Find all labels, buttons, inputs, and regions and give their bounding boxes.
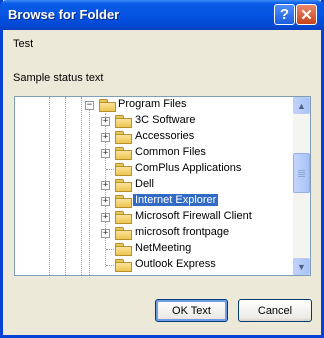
close-icon: ✕ bbox=[300, 6, 313, 24]
tree-item-label: Outlook Express bbox=[135, 258, 216, 270]
browse-for-folder-dialog: Browse for Folder ? ✕ Test Sample status… bbox=[0, 0, 324, 338]
folder-icon bbox=[115, 227, 132, 240]
help-icon: ? bbox=[279, 6, 290, 23]
thumb-grip bbox=[298, 176, 305, 177]
tree-item[interactable]: Outlook Express bbox=[15, 257, 293, 273]
tree-item[interactable]: ComPlus Applications bbox=[15, 161, 293, 177]
close-button[interactable]: ✕ bbox=[296, 4, 317, 25]
tree-item[interactable]: + Dell bbox=[15, 177, 293, 193]
tree-item-label: Internet Explorer bbox=[131, 193, 220, 207]
tree-item-label: ComPlus Applications bbox=[135, 162, 242, 174]
thumb-grip bbox=[298, 174, 305, 175]
up-arrow-icon[interactable]: ▲ bbox=[293, 97, 310, 114]
tree-item-label: Dell bbox=[135, 178, 154, 190]
open-folder-icon bbox=[99, 99, 116, 112]
folder-icon bbox=[115, 131, 132, 144]
folder-tree[interactable]: − Program Files + 3C Software + Accessor… bbox=[14, 96, 311, 276]
tree-item-label: Common Files bbox=[135, 146, 206, 158]
folder-icon bbox=[115, 259, 132, 272]
tree-item-label: 3C Software bbox=[135, 114, 196, 126]
tree-item-label: microsoft frontpage bbox=[135, 226, 230, 238]
scrollbar-thumb[interactable] bbox=[293, 153, 310, 193]
thumb-grip bbox=[298, 172, 305, 173]
minus-icon[interactable]: − bbox=[85, 101, 94, 110]
tree-item-label: Program Files bbox=[118, 98, 187, 110]
description-text: Test bbox=[13, 38, 34, 50]
folder-icon bbox=[115, 179, 132, 192]
tree-guide-line bbox=[106, 249, 114, 250]
plus-icon[interactable]: + bbox=[101, 149, 110, 158]
status-text: Sample status text bbox=[13, 72, 104, 84]
folder-icon bbox=[115, 243, 132, 256]
tree-item[interactable]: + Microsoft Firewall Client bbox=[15, 209, 293, 225]
tree-item[interactable]: NetMeeting bbox=[15, 241, 293, 257]
tree-guide-line bbox=[106, 265, 114, 266]
plus-icon[interactable]: + bbox=[101, 229, 110, 238]
tree-item[interactable]: + Accessories bbox=[15, 129, 293, 145]
thumb-grip bbox=[298, 170, 305, 171]
tree-item[interactable]: + microsoft frontpage bbox=[15, 225, 293, 241]
tree-item-selected[interactable]: + Internet Explorer bbox=[15, 193, 293, 209]
tree-item[interactable]: + 3C Software bbox=[15, 113, 293, 129]
title-bar[interactable]: Browse for Folder ? ✕ bbox=[0, 0, 324, 30]
tree-item-label: Accessories bbox=[135, 130, 195, 142]
vertical-scrollbar[interactable]: ▲ ▼ bbox=[293, 97, 310, 275]
down-arrow-icon[interactable]: ▼ bbox=[293, 258, 310, 275]
folder-icon bbox=[115, 211, 132, 224]
plus-icon[interactable]: + bbox=[101, 133, 110, 142]
tree-item[interactable]: + Common Files bbox=[15, 145, 293, 161]
window-title: Browse for Folder bbox=[8, 7, 120, 22]
plus-icon[interactable]: + bbox=[101, 197, 110, 206]
plus-icon[interactable]: + bbox=[101, 117, 110, 126]
tree-item-label: NetMeeting bbox=[135, 242, 192, 254]
plus-icon[interactable]: + bbox=[101, 213, 110, 222]
help-button[interactable]: ? bbox=[274, 4, 295, 25]
tree-guide-line bbox=[106, 169, 114, 170]
folder-icon bbox=[115, 147, 132, 160]
folder-icon bbox=[115, 115, 132, 128]
plus-icon[interactable]: + bbox=[101, 181, 110, 190]
tree-item-program-files[interactable]: − Program Files bbox=[15, 97, 293, 113]
ok-button[interactable]: OK Text bbox=[155, 299, 228, 322]
folder-icon bbox=[115, 195, 132, 208]
folder-icon bbox=[115, 163, 132, 176]
tree-item-label: Microsoft Firewall Client bbox=[135, 210, 252, 222]
cancel-button[interactable]: Cancel bbox=[238, 299, 312, 322]
